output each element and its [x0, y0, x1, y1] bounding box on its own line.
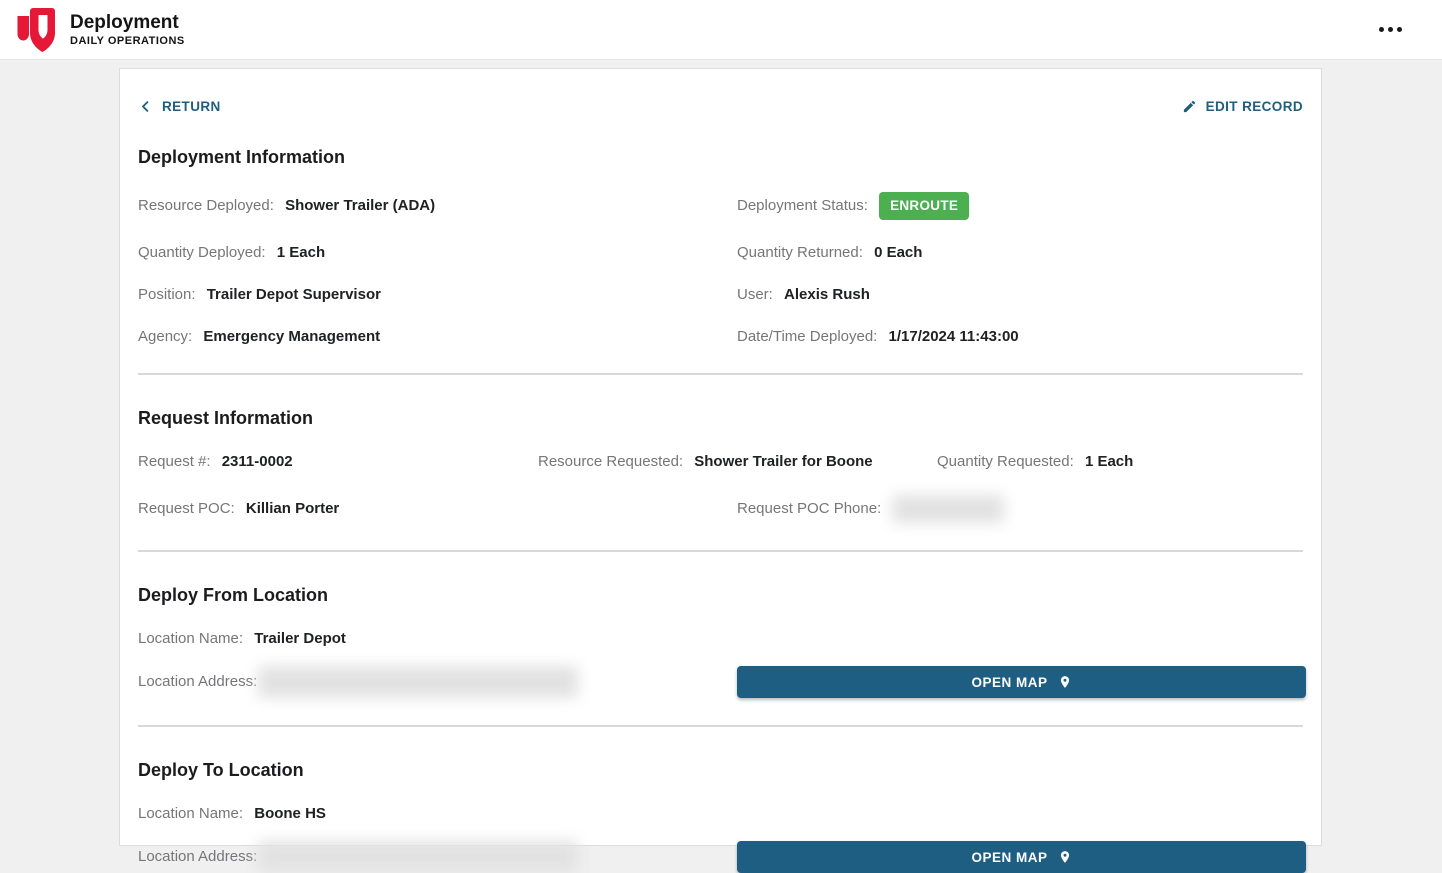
- field-label: Quantity Requested:: [937, 453, 1074, 470]
- edit-record-button[interactable]: EDIT RECORD: [1182, 99, 1303, 114]
- open-map-label: OPEN MAP: [971, 850, 1047, 865]
- field-value: Killian Porter: [246, 500, 339, 517]
- field-row: Resource Deployed: Shower Trailer (ADA) …: [138, 192, 1303, 220]
- field-label: Request #:: [138, 453, 211, 470]
- field-position: Position: Trailer Depot Supervisor: [138, 286, 737, 304]
- field-label: Request POC Phone:: [737, 500, 881, 517]
- card-toolbar: RETURN EDIT RECORD: [138, 69, 1303, 114]
- app-title: Deployment: [70, 12, 185, 34]
- edit-record-label: EDIT RECORD: [1206, 99, 1303, 114]
- field-user: User: Alexis Rush: [737, 286, 1303, 304]
- field-label: Request POC:: [138, 500, 235, 517]
- field-row: Position: Trailer Depot Supervisor User:…: [138, 286, 1303, 304]
- field-row: Quantity Deployed: 1 Each Quantity Retur…: [138, 244, 1303, 262]
- status-badge: ENROUTE: [879, 192, 969, 220]
- section-divider: [138, 725, 1303, 727]
- field-row: Request POC: Killian Porter Request POC …: [138, 495, 1303, 523]
- section-title-deployment-information: Deployment Information: [138, 147, 1303, 168]
- field-quantity-requested: Quantity Requested: 1 Each: [937, 453, 1303, 471]
- deployment-record-card: RETURN EDIT RECORD Deployment Informatio…: [119, 68, 1322, 846]
- field-quantity-returned: Quantity Returned: 0 Each: [737, 244, 1303, 262]
- field-to-location-address: Location Address:: [138, 841, 737, 873]
- field-value: Alexis Rush: [784, 286, 870, 303]
- field-value: Boone HS: [254, 805, 326, 822]
- field-datetime-deployed: Date/Time Deployed: 1/17/2024 11:43:00: [737, 328, 1303, 346]
- app-header: Deployment DAILY OPERATIONS: [0, 0, 1442, 60]
- redacted-phone-value: [892, 495, 1004, 523]
- field-label: User:: [737, 286, 773, 303]
- field-value: 2311-0002: [222, 453, 293, 470]
- field-value: 0 Each: [874, 244, 922, 261]
- field-resource-requested: Resource Requested: Shower Trailer for B…: [538, 453, 937, 471]
- location-pin-icon: [1058, 674, 1072, 690]
- field-value: Trailer Depot Supervisor: [207, 286, 381, 303]
- field-value: Trailer Depot: [254, 630, 346, 647]
- open-map-button-to[interactable]: OPEN MAP: [737, 841, 1306, 873]
- open-map-button-from[interactable]: OPEN MAP: [737, 666, 1306, 698]
- field-value: 1/17/2024 11:43:00: [889, 328, 1019, 345]
- field-label: Quantity Returned:: [737, 244, 863, 261]
- field-label: Date/Time Deployed:: [737, 328, 877, 345]
- return-label: RETURN: [162, 99, 221, 114]
- brand-text: Deployment DAILY OPERATIONS: [70, 12, 185, 48]
- location-pin-icon: [1058, 849, 1072, 865]
- field-label: Deployment Status:: [737, 197, 868, 214]
- field-from-location-address: Location Address:: [138, 666, 737, 698]
- field-label: Location Name:: [138, 805, 243, 822]
- ellipsis-menu-icon[interactable]: [1373, 21, 1408, 38]
- field-label: Location Address:: [138, 673, 257, 690]
- app-subtitle: DAILY OPERATIONS: [70, 35, 185, 47]
- field-label: Quantity Deployed:: [138, 244, 266, 261]
- field-row: Agency: Emergency Management Date/Time D…: [138, 328, 1303, 346]
- address-row: Location Address: OPEN MAP: [138, 666, 1303, 698]
- field-from-location-name: Location Name: Trailer Depot: [138, 630, 737, 648]
- field-value: Shower Trailer (ADA): [285, 197, 435, 214]
- field-resource-deployed: Resource Deployed: Shower Trailer (ADA): [138, 197, 737, 215]
- open-map-label: OPEN MAP: [971, 675, 1047, 690]
- return-button[interactable]: RETURN: [138, 99, 221, 114]
- field-value: Shower Trailer for Boone: [694, 453, 872, 470]
- field-label: Position:: [138, 286, 196, 303]
- pencil-icon: [1182, 99, 1197, 114]
- section-title-deploy-to: Deploy To Location: [138, 760, 1303, 781]
- field-value: 1 Each: [277, 244, 325, 261]
- chevron-left-icon: [138, 99, 153, 114]
- field-value: Emergency Management: [203, 328, 380, 345]
- section-divider: [138, 373, 1303, 375]
- field-row: Request #: 2311-0002 Resource Requested:…: [138, 453, 1303, 471]
- field-quantity-deployed: Quantity Deployed: 1 Each: [138, 244, 737, 262]
- field-label: Agency:: [138, 328, 192, 345]
- field-request-number: Request #: 2311-0002: [138, 453, 538, 471]
- field-to-location-name: Location Name: Boone HS: [138, 805, 737, 823]
- field-label: Resource Deployed:: [138, 197, 274, 214]
- section-title-request-information: Request Information: [138, 408, 1303, 429]
- field-row: Location Name: Trailer Depot: [138, 630, 1303, 648]
- redacted-address-value: [258, 841, 578, 873]
- field-agency: Agency: Emergency Management: [138, 328, 737, 346]
- field-request-poc: Request POC: Killian Porter: [138, 500, 737, 518]
- field-label: Location Name:: [138, 630, 243, 647]
- field-row: Location Name: Boone HS: [138, 805, 1303, 823]
- address-row: Location Address: OPEN MAP: [138, 841, 1303, 873]
- field-label: Resource Requested:: [538, 453, 683, 470]
- section-title-deploy-from: Deploy From Location: [138, 585, 1303, 606]
- field-deployment-status: Deployment Status: ENROUTE: [737, 192, 1303, 220]
- juvare-logo-icon: [16, 6, 56, 54]
- field-value: 1 Each: [1085, 453, 1133, 470]
- field-request-poc-phone: Request POC Phone:: [737, 495, 1303, 523]
- redacted-address-value: [258, 666, 578, 698]
- section-divider: [138, 550, 1303, 552]
